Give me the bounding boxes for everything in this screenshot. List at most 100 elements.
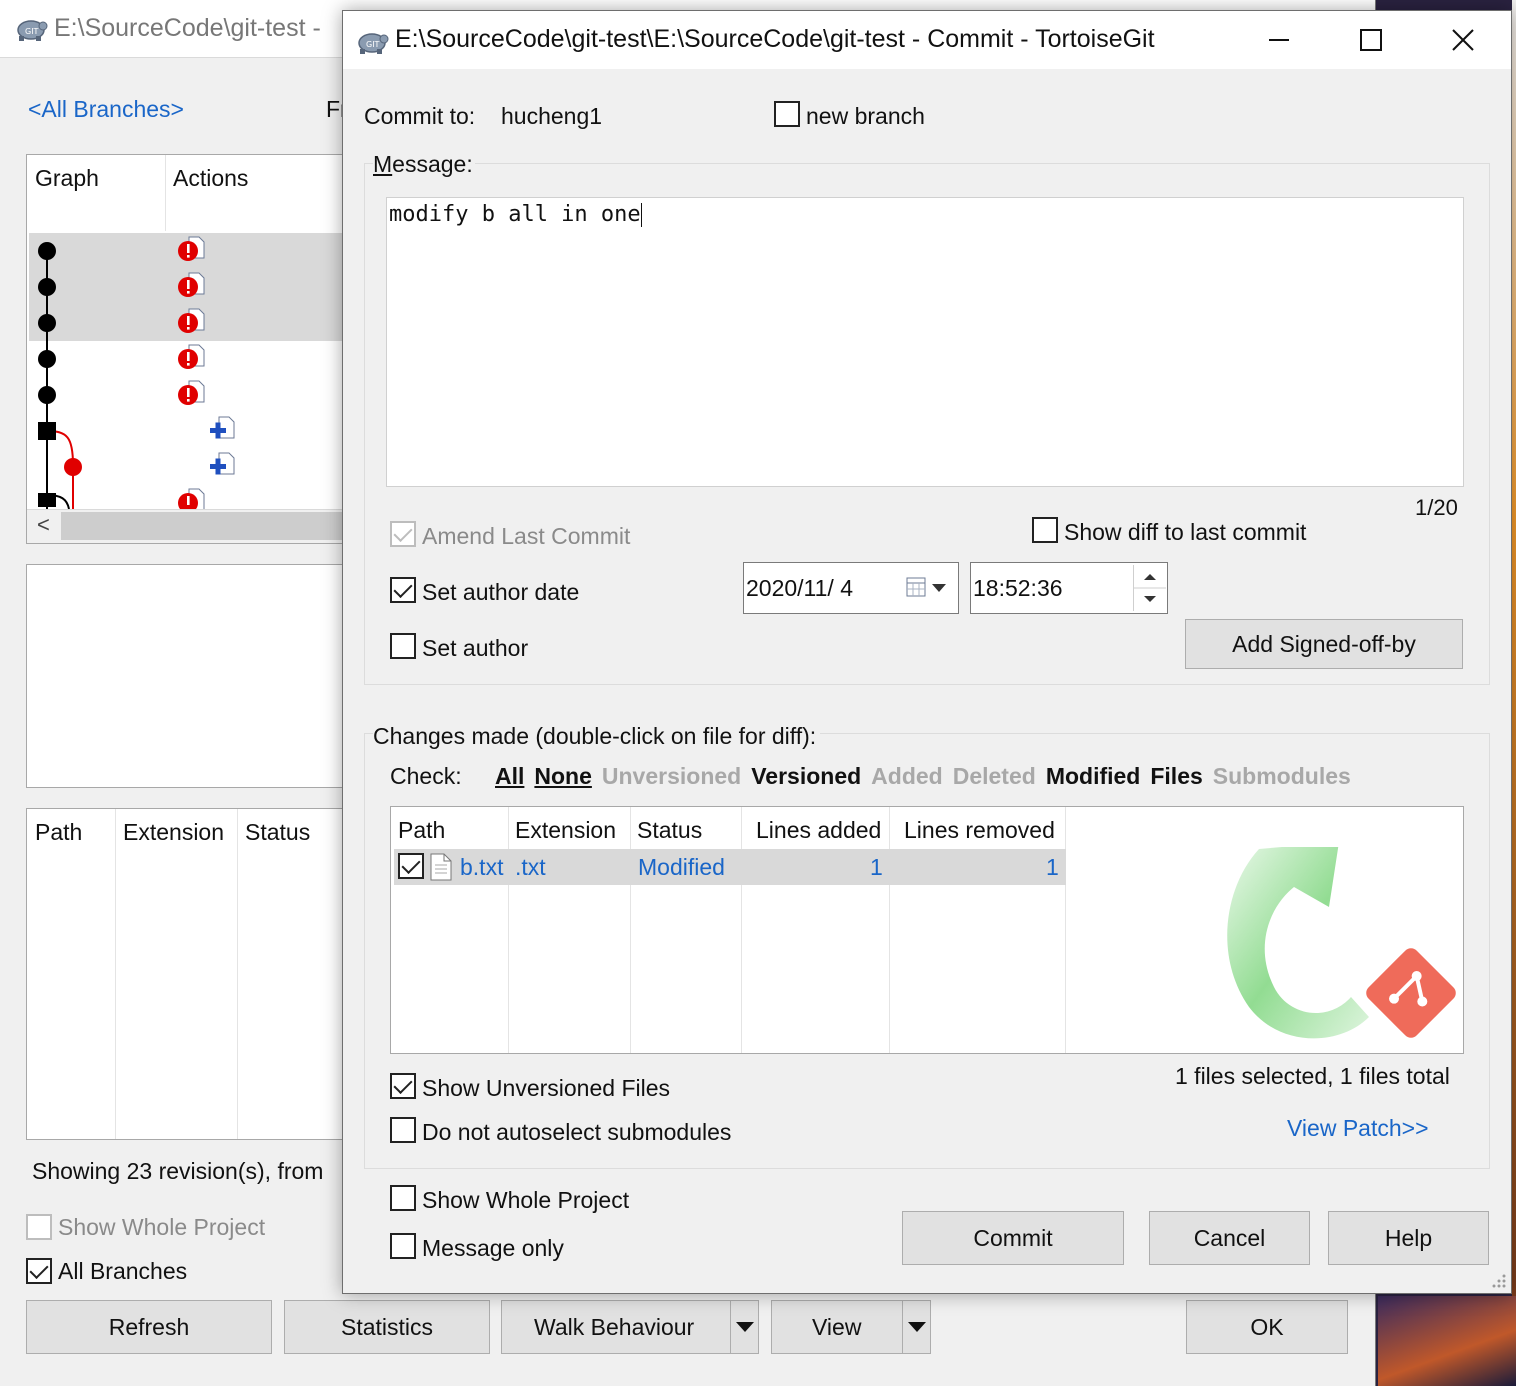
calendar-dropdown-icon[interactable] bbox=[906, 577, 950, 599]
commit-button[interactable]: Commit bbox=[902, 1211, 1124, 1265]
column-header-extension[interactable]: Extension bbox=[515, 817, 616, 844]
check-all-link[interactable]: All bbox=[495, 763, 524, 790]
ok-button[interactable]: OK bbox=[1186, 1300, 1348, 1354]
walk-behaviour-label: Walk Behaviour bbox=[534, 1314, 695, 1340]
column-header-lines-removed[interactable]: Lines removed bbox=[904, 817, 1055, 844]
message-label: Message: bbox=[373, 151, 475, 178]
check-none-link[interactable]: None bbox=[534, 763, 592, 790]
merge-commit-node bbox=[38, 493, 56, 507]
view-dropdown-arrow[interactable] bbox=[902, 1301, 930, 1353]
message-only-checkbox[interactable] bbox=[390, 1233, 416, 1259]
file-status: Modified bbox=[638, 854, 725, 880]
changes-label: Changes made (double-click on file for d… bbox=[373, 723, 821, 750]
commit-window-titlebar[interactable]: GIT E:\SourceCode\git-test\E:\SourceCode… bbox=[343, 11, 1511, 69]
column-header-graph[interactable]: Graph bbox=[35, 165, 99, 192]
file-row-checkbox[interactable] bbox=[398, 853, 424, 879]
chevron-down-icon bbox=[735, 1322, 754, 1332]
check-label: Check: bbox=[390, 763, 462, 789]
modified-warning-icon bbox=[178, 380, 205, 405]
check-unversioned-link[interactable]: Unversioned bbox=[602, 763, 741, 790]
text-caret bbox=[640, 203, 642, 227]
show-unversioned-files-label: Show Unversioned Files bbox=[422, 1075, 671, 1101]
close-button[interactable] bbox=[1417, 11, 1509, 69]
new-branch-checkbox[interactable] bbox=[774, 101, 800, 127]
commit-node bbox=[38, 350, 56, 368]
show-diff-last-commit-checkbox[interactable] bbox=[1032, 517, 1058, 543]
check-deleted-link[interactable]: Deleted bbox=[953, 763, 1036, 790]
amend-last-commit-checkbox[interactable] bbox=[390, 521, 416, 547]
column-header-path[interactable]: Path bbox=[35, 819, 82, 846]
check-modified-link[interactable]: Modified bbox=[1046, 763, 1141, 790]
scrollbar-thumb[interactable] bbox=[61, 512, 351, 540]
horizontal-scrollbar[interactable]: < bbox=[27, 509, 355, 543]
minimize-button[interactable] bbox=[1233, 11, 1325, 69]
column-header-status[interactable]: Status bbox=[245, 819, 310, 846]
close-icon bbox=[1452, 29, 1474, 51]
show-whole-project-checkbox[interactable] bbox=[26, 1214, 52, 1240]
walk-behaviour-button[interactable]: Walk Behaviour bbox=[501, 1300, 759, 1354]
show-whole-project-checkbox[interactable] bbox=[390, 1185, 416, 1211]
add-signed-off-by-button[interactable]: Add Signed-off-by bbox=[1185, 619, 1463, 669]
show-whole-project-label: Show Whole Project bbox=[58, 1214, 266, 1240]
commit-window-title: E:\SourceCode\git-test\E:\SourceCode\git… bbox=[395, 25, 1155, 53]
table-row[interactable]: b.txt .txt Modified 1 1 bbox=[394, 849, 1066, 885]
column-header-status[interactable]: Status bbox=[637, 817, 702, 844]
author-time-field[interactable]: 18:52:36 bbox=[970, 562, 1168, 614]
statistics-button[interactable]: Statistics bbox=[284, 1300, 490, 1354]
maximize-button[interactable] bbox=[1325, 11, 1417, 69]
maximize-icon bbox=[1360, 29, 1382, 51]
all-branches-link[interactable]: <All Branches> bbox=[28, 96, 184, 123]
time-spinner[interactable] bbox=[1133, 565, 1166, 611]
commit-node bbox=[38, 278, 56, 296]
commit-message-editor[interactable]: modify b all in one bbox=[386, 197, 1464, 487]
modified-warning-icon bbox=[178, 488, 205, 509]
revision-graph-list[interactable]: Graph Actions < bbox=[26, 154, 356, 544]
modified-warning-icon bbox=[178, 272, 205, 297]
column-header-actions[interactable]: Actions bbox=[173, 165, 248, 192]
do-not-autoselect-submodules-checkbox[interactable] bbox=[390, 1117, 416, 1143]
cancel-button[interactable]: Cancel bbox=[1149, 1211, 1310, 1265]
column-divider bbox=[889, 807, 890, 1053]
text-file-icon bbox=[430, 853, 452, 881]
author-date-value: 2020/11/ 4 bbox=[746, 574, 854, 601]
column-divider bbox=[237, 809, 238, 1139]
tortoisegit-logo-watermark bbox=[1227, 847, 1456, 1039]
new-branch-label: new branch bbox=[806, 103, 925, 129]
check-versioned-link[interactable]: Versioned bbox=[751, 763, 861, 790]
modified-warning-icon bbox=[178, 236, 205, 261]
commit-node bbox=[38, 314, 56, 332]
show-whole-project-label: Show Whole Project bbox=[422, 1187, 630, 1213]
help-button[interactable]: Help bbox=[1328, 1211, 1489, 1265]
file-lines-added: 1 bbox=[870, 854, 883, 880]
merge-commit-node bbox=[38, 422, 56, 440]
set-author-date-checkbox[interactable] bbox=[390, 577, 416, 603]
spinner-arrows-icon[interactable] bbox=[1134, 565, 1166, 611]
do-not-autoselect-submodules-label: Do not autoselect submodules bbox=[422, 1119, 732, 1145]
resize-grip-icon[interactable] bbox=[1491, 1273, 1507, 1289]
show-unversioned-files-checkbox[interactable] bbox=[390, 1073, 416, 1099]
set-author-checkbox[interactable] bbox=[390, 633, 416, 659]
changed-files-list[interactable]: Path Extension Status Lines added Lines … bbox=[390, 806, 1464, 1054]
scroll-left-icon[interactable]: < bbox=[37, 512, 50, 538]
walk-behaviour-dropdown-arrow[interactable] bbox=[730, 1301, 758, 1353]
author-date-picker[interactable]: 2020/11/ 4 bbox=[743, 562, 959, 614]
check-submodules-link[interactable]: Submodules bbox=[1213, 763, 1351, 790]
all-branches-checkbox[interactable] bbox=[26, 1258, 52, 1284]
column-divider bbox=[165, 155, 166, 231]
commit-node bbox=[38, 242, 56, 260]
amend-last-commit-label: Amend Last Commit bbox=[422, 523, 631, 549]
view-button[interactable]: View bbox=[771, 1300, 931, 1354]
svg-text:GIT: GIT bbox=[366, 40, 380, 49]
column-header-extension[interactable]: Extension bbox=[123, 819, 224, 846]
check-files-link[interactable]: Files bbox=[1150, 763, 1202, 790]
column-header-path[interactable]: Path bbox=[398, 817, 445, 844]
view-label: View bbox=[812, 1314, 862, 1340]
column-header-lines-added[interactable]: Lines added bbox=[756, 817, 881, 844]
commit-window: GIT E:\SourceCode\git-test\E:\SourceCode… bbox=[342, 10, 1512, 1294]
check-added-link[interactable]: Added bbox=[871, 763, 943, 790]
changed-files-list[interactable]: Path Extension Status bbox=[26, 808, 356, 1140]
author-time-value: 18:52:36 bbox=[973, 574, 1063, 601]
view-patch-link[interactable]: View Patch>> bbox=[1287, 1115, 1429, 1142]
column-divider bbox=[741, 807, 742, 1053]
refresh-button[interactable]: Refresh bbox=[26, 1300, 272, 1354]
